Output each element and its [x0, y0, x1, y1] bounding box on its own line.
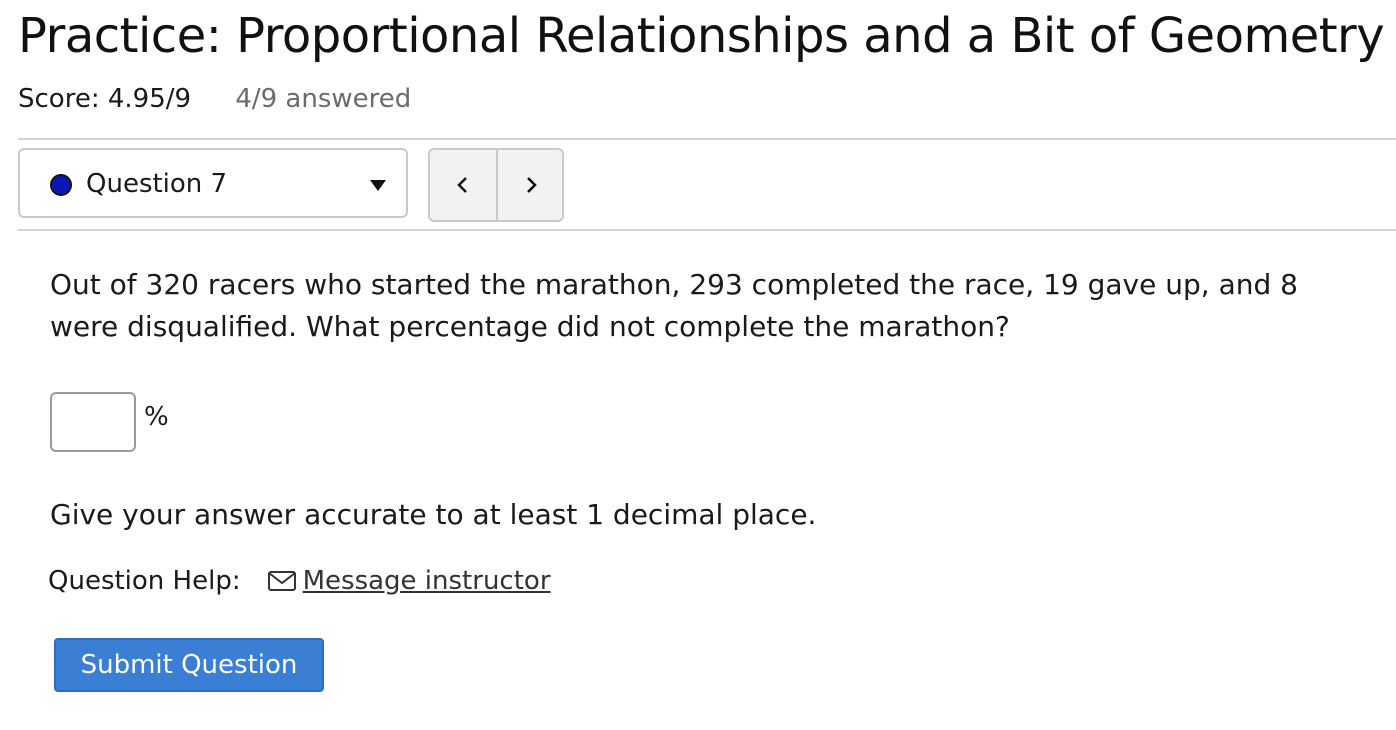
- score-text: Score: 4.95/9: [18, 84, 192, 114]
- page-title: Practice: Proportional Relationships and…: [18, 8, 1385, 64]
- question-status-dot: [50, 174, 72, 196]
- question-nav-group: [428, 148, 564, 222]
- chevron-left-icon: [457, 177, 467, 193]
- quiz-page: Practice: Proportional Relationships and…: [0, 0, 1396, 730]
- caret-down-icon: [370, 180, 386, 191]
- question-text: Out of 320 racers who started the marath…: [50, 268, 1298, 343]
- divider-bottom: [18, 229, 1396, 231]
- next-question-button[interactable]: [498, 150, 562, 220]
- chevron-right-icon: [527, 177, 537, 193]
- message-instructor-link[interactable]: Message instructor: [267, 566, 551, 596]
- question-help: Question Help: Message instructor: [48, 566, 551, 596]
- question-select-label: Question 7: [86, 169, 228, 199]
- answer-unit: %: [144, 402, 169, 432]
- submit-question-button[interactable]: Submit Question: [54, 638, 324, 692]
- answered-count: 4/9 answered: [235, 84, 412, 114]
- previous-question-button[interactable]: [430, 150, 498, 220]
- answer-input[interactable]: [50, 392, 136, 452]
- answer-hint: Give your answer accurate to at least 1 …: [50, 498, 817, 531]
- score-row: Score: 4.95/9 4/9 answered: [18, 84, 411, 114]
- question-help-label: Question Help:: [48, 566, 241, 596]
- divider-top: [18, 138, 1396, 140]
- message-instructor-label: Message instructor: [302, 566, 551, 596]
- question-select[interactable]: Question 7: [18, 148, 408, 218]
- envelope-icon: [267, 571, 296, 591]
